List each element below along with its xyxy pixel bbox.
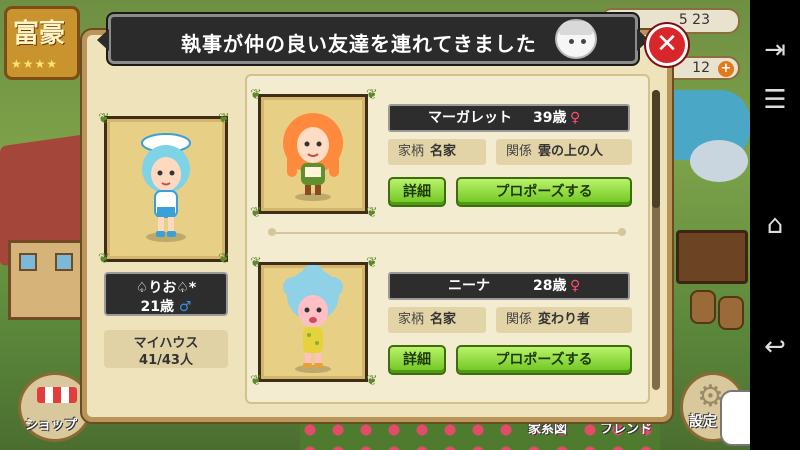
add-gem-icon[interactable]: + (718, 61, 734, 77)
candidate-name-plate: マーガレット 39歳 ♀ (388, 104, 630, 132)
seal-decoration (690, 140, 748, 182)
candidate-age: 28歳 (533, 278, 567, 294)
close-icon: ✕ (656, 29, 678, 59)
shop-icon (37, 387, 77, 403)
leaf-icon: ❦ (98, 251, 110, 267)
family-status: 家柄 名家 (388, 307, 486, 333)
currency-value: 5 23 (678, 12, 710, 28)
family-status: 家柄 名家 (388, 139, 486, 165)
forward-icon[interactable]: ⇥ (750, 25, 800, 75)
propose-button[interactable]: プロポーズする (456, 345, 632, 375)
rank-label: 富豪 (13, 19, 66, 49)
leaf-icon: ❦ (366, 373, 378, 389)
dialog-title-banner: 執事が仲の良い友達を連れてきました (97, 14, 649, 64)
candidate-portrait (258, 262, 368, 382)
leaf-icon: ❦ (250, 373, 262, 389)
detail-button[interactable]: 詳細 (388, 345, 446, 375)
barrel (718, 296, 744, 330)
detail-button[interactable]: 詳細 (388, 177, 446, 207)
player-portrait (104, 116, 228, 262)
house-window (19, 253, 37, 271)
butler-peek-icon[interactable] (720, 390, 750, 446)
player-avatar (141, 133, 191, 242)
signboard (676, 230, 748, 284)
male-icon: ♂ (178, 299, 192, 315)
leaf-icon: ❦ (218, 251, 230, 267)
candidate-divider (272, 232, 622, 234)
relationship-status: 関係 変わり者 (496, 307, 632, 333)
female-icon: ♀ (570, 110, 581, 126)
propose-button[interactable]: プロポーズする (456, 177, 632, 207)
shop-label: ショップ (25, 418, 78, 433)
candidate-age: 39歳 (533, 110, 567, 126)
female-icon: ♀ (570, 278, 581, 294)
leaf-icon: ❦ (366, 255, 378, 271)
menu-icon[interactable]: ☰ (750, 75, 800, 125)
leaf-icon: ❦ (366, 87, 378, 103)
candidate-avatar-nina (283, 264, 343, 373)
candidate-avatar-margaret (283, 113, 343, 201)
leaf-icon: ❦ (250, 87, 262, 103)
settings-label: 設定 (689, 414, 717, 430)
house-window (55, 253, 73, 271)
shop-button[interactable]: ショップ (18, 372, 92, 442)
back-icon[interactable]: ↩ (750, 322, 800, 372)
leaf-icon: ❦ (366, 205, 378, 221)
candidate-name: マーガレット (428, 110, 512, 126)
android-nav-bar: ⇥ ☰ ⌂ ↩ (750, 0, 800, 450)
barrel (690, 290, 716, 324)
relationship-status: 関係 雲の上の人 (496, 139, 632, 165)
home-icon[interactable]: ⌂ (750, 200, 800, 250)
player-age: 21歳 (140, 299, 175, 315)
butler-avatar-icon (555, 19, 597, 59)
house-building (8, 240, 88, 320)
candidate-name-plate: ニーナ 28歳 ♀ (388, 272, 630, 300)
gem-value: 12 (692, 60, 710, 76)
leaf-icon: ❦ (98, 111, 110, 127)
close-button[interactable]: ✕ (646, 24, 688, 66)
rank-badge[interactable]: 富豪 ★★★★ (4, 6, 80, 80)
candidate-name: ニーナ (448, 278, 490, 294)
player-name: ♤りお♤* (135, 280, 197, 296)
rank-stars-icon: ★★★★ (11, 57, 59, 71)
my-house-info: マイハウス 41/43人 (104, 330, 228, 368)
leaf-icon: ❦ (250, 205, 262, 221)
scrollbar-thumb[interactable] (652, 90, 660, 208)
candidate-portrait (258, 94, 368, 214)
leaf-icon: ❦ (218, 111, 230, 127)
my-house-count: 41/43人 (139, 353, 193, 368)
player-name-plate: ♤りお♤* 21歳 ♂ (104, 272, 228, 316)
leaf-icon: ❦ (250, 255, 262, 271)
dialog-title: 執事が仲の良い友達を連れてきました (181, 32, 537, 56)
